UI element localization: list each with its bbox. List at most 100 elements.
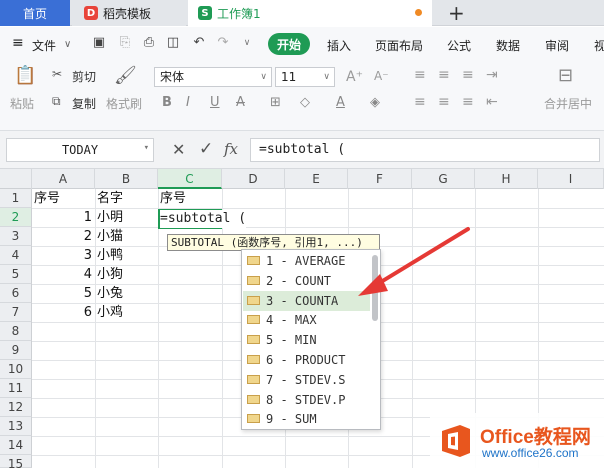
fx-icon[interactable]: fx bbox=[224, 140, 238, 158]
merge-center-icon[interactable]: ⊟ bbox=[558, 65, 573, 86]
row-header-2[interactable]: 2 bbox=[0, 208, 32, 227]
column-header-g[interactable]: G bbox=[412, 169, 475, 189]
menu-start[interactable]: 开始 bbox=[268, 33, 310, 55]
align-top-icon[interactable]: ≡ bbox=[414, 67, 426, 83]
column-header-f[interactable]: F bbox=[348, 169, 412, 189]
chevron-down-icon[interactable]: ∨ bbox=[64, 39, 71, 50]
border-icon[interactable]: ⊞ bbox=[270, 95, 281, 110]
row-header-11[interactable]: 11 bbox=[0, 379, 32, 398]
row-header-1[interactable]: 1 bbox=[0, 189, 32, 208]
font-color-icon[interactable]: A bbox=[336, 95, 345, 110]
row-header-5[interactable]: 5 bbox=[0, 265, 32, 284]
list-item[interactable]: 4 - MAX bbox=[243, 310, 370, 330]
column-header-d[interactable]: D bbox=[222, 169, 285, 189]
print-preview-icon[interactable]: ◫ bbox=[166, 36, 180, 50]
cell-a5[interactable]: 4 bbox=[32, 265, 95, 284]
clear-format-icon[interactable]: ◈ bbox=[370, 95, 380, 110]
cell-a1[interactable]: 序号 bbox=[34, 189, 94, 208]
merge-center-label[interactable]: 合并居中 bbox=[544, 95, 592, 112]
column-header-e[interactable]: E bbox=[285, 169, 348, 189]
decrease-font-icon[interactable]: A⁻ bbox=[374, 69, 389, 83]
font-name-select[interactable]: 宋体 ∨ bbox=[154, 67, 272, 87]
align-center-icon[interactable]: ≡ bbox=[438, 94, 450, 110]
row-header-7[interactable]: 7 bbox=[0, 303, 32, 322]
cell-b3[interactable]: 小猫 bbox=[97, 227, 157, 246]
menu-review[interactable]: 审阅 bbox=[545, 37, 569, 54]
bold-icon[interactable]: B bbox=[162, 95, 172, 110]
row-header-10[interactable]: 10 bbox=[0, 360, 32, 379]
cell-c1[interactable]: 序号 bbox=[160, 189, 220, 208]
formula-input[interactable]: =subtotal ( bbox=[250, 138, 600, 162]
align-left-icon[interactable]: ≡ bbox=[414, 94, 426, 110]
cell-b7[interactable]: 小鸡 bbox=[97, 303, 157, 322]
confirm-icon[interactable]: ✓ bbox=[199, 139, 213, 159]
cut-button[interactable]: 剪切 bbox=[72, 68, 96, 85]
format-painter-icon[interactable]: 🖌 bbox=[114, 65, 137, 86]
name-box-chevron-icon[interactable]: ▾ bbox=[144, 143, 149, 153]
row-header-12[interactable]: 12 bbox=[0, 398, 32, 417]
cell-a2[interactable]: 1 bbox=[32, 208, 95, 227]
save-icon[interactable]: ▣ bbox=[92, 36, 106, 50]
cell-edit-text[interactable]: =subtotal ( bbox=[160, 210, 247, 228]
menu-view[interactable]: 视 bbox=[594, 37, 604, 54]
align-middle-icon[interactable]: ≡ bbox=[438, 67, 450, 83]
tab-workbook[interactable]: S 工作簿1 bbox=[188, 0, 432, 26]
column-header-a[interactable]: A bbox=[32, 169, 95, 189]
copy-button[interactable]: 复制 bbox=[72, 95, 96, 112]
format-painter-label[interactable]: 格式刷 bbox=[106, 95, 142, 112]
tab-template[interactable]: D 稻壳模板 bbox=[72, 0, 186, 26]
row-header-6[interactable]: 6 bbox=[0, 284, 32, 303]
list-item[interactable]: 5 - MIN bbox=[243, 330, 370, 350]
font-size-select[interactable]: 11 ∨ bbox=[275, 67, 335, 87]
align-bottom-icon[interactable]: ≡ bbox=[462, 67, 474, 83]
cell-a7[interactable]: 6 bbox=[32, 303, 95, 322]
tab-home[interactable]: 首页 bbox=[0, 0, 70, 26]
column-header-b[interactable]: B bbox=[95, 169, 158, 189]
cell-a3[interactable]: 2 bbox=[32, 227, 95, 246]
row-header-13[interactable]: 13 bbox=[0, 417, 32, 436]
cell-b5[interactable]: 小狗 bbox=[97, 265, 157, 284]
row-header-3[interactable]: 3 bbox=[0, 227, 32, 246]
copy-icon[interactable]: ⧉ bbox=[52, 94, 61, 109]
paste-icon[interactable]: 📋 bbox=[14, 65, 36, 86]
menu-page-layout[interactable]: 页面布局 bbox=[375, 37, 423, 54]
name-box[interactable]: TODAY ▾ bbox=[6, 138, 154, 162]
indent-icon[interactable]: ⇥ bbox=[486, 67, 498, 83]
italic-icon[interactable]: I bbox=[186, 95, 190, 110]
column-header-i[interactable]: I bbox=[538, 169, 604, 189]
fill-color-icon[interactable]: ◇ bbox=[300, 95, 310, 110]
cell-b4[interactable]: 小鸭 bbox=[97, 246, 157, 265]
cell-a6[interactable]: 5 bbox=[32, 284, 95, 303]
underline-icon[interactable]: U bbox=[210, 95, 220, 110]
row-header-9[interactable]: 9 bbox=[0, 341, 32, 360]
cancel-icon[interactable]: ✕ bbox=[172, 140, 185, 159]
menu-data[interactable]: 数据 bbox=[496, 37, 520, 54]
align-right-icon[interactable]: ≡ bbox=[462, 94, 474, 110]
cell-b2[interactable]: 小明 bbox=[97, 208, 157, 227]
list-item[interactable]: 6 - PRODUCT bbox=[243, 350, 370, 370]
list-item[interactable]: 9 - SUM bbox=[243, 409, 370, 429]
undo-icon[interactable]: ↶ bbox=[192, 36, 206, 50]
row-header-8[interactable]: 8 bbox=[0, 322, 32, 341]
column-header-h[interactable]: H bbox=[475, 169, 538, 189]
strikethrough-icon[interactable]: A bbox=[236, 95, 245, 110]
cell-b1[interactable]: 名字 bbox=[97, 189, 157, 208]
print-icon[interactable]: ⎙ bbox=[142, 36, 156, 50]
cell-b6[interactable]: 小兔 bbox=[97, 284, 157, 303]
menu-file[interactable]: 文件 bbox=[32, 37, 56, 54]
menu-formula[interactable]: 公式 bbox=[447, 37, 471, 54]
select-all-corner[interactable] bbox=[0, 169, 32, 189]
cell-a4[interactable]: 3 bbox=[32, 246, 95, 265]
more-chevron-icon[interactable]: ∨ bbox=[240, 36, 254, 50]
menu-insert[interactable]: 插入 bbox=[327, 37, 351, 54]
list-item[interactable]: 8 - STDEV.P bbox=[243, 390, 370, 410]
cut-icon[interactable]: ✂ bbox=[52, 67, 62, 81]
row-header-4[interactable]: 4 bbox=[0, 246, 32, 265]
outdent-icon[interactable]: ⇤ bbox=[486, 94, 498, 110]
redo-icon[interactable]: ↷ bbox=[216, 36, 230, 50]
paste-label[interactable]: 粘贴 bbox=[10, 95, 34, 112]
hamburger-menu-icon[interactable]: ≡ bbox=[12, 35, 24, 51]
row-header-15[interactable]: 15 bbox=[0, 455, 32, 471]
column-header-c[interactable]: C bbox=[158, 169, 222, 189]
new-tab-plus-icon[interactable]: + bbox=[448, 1, 465, 25]
